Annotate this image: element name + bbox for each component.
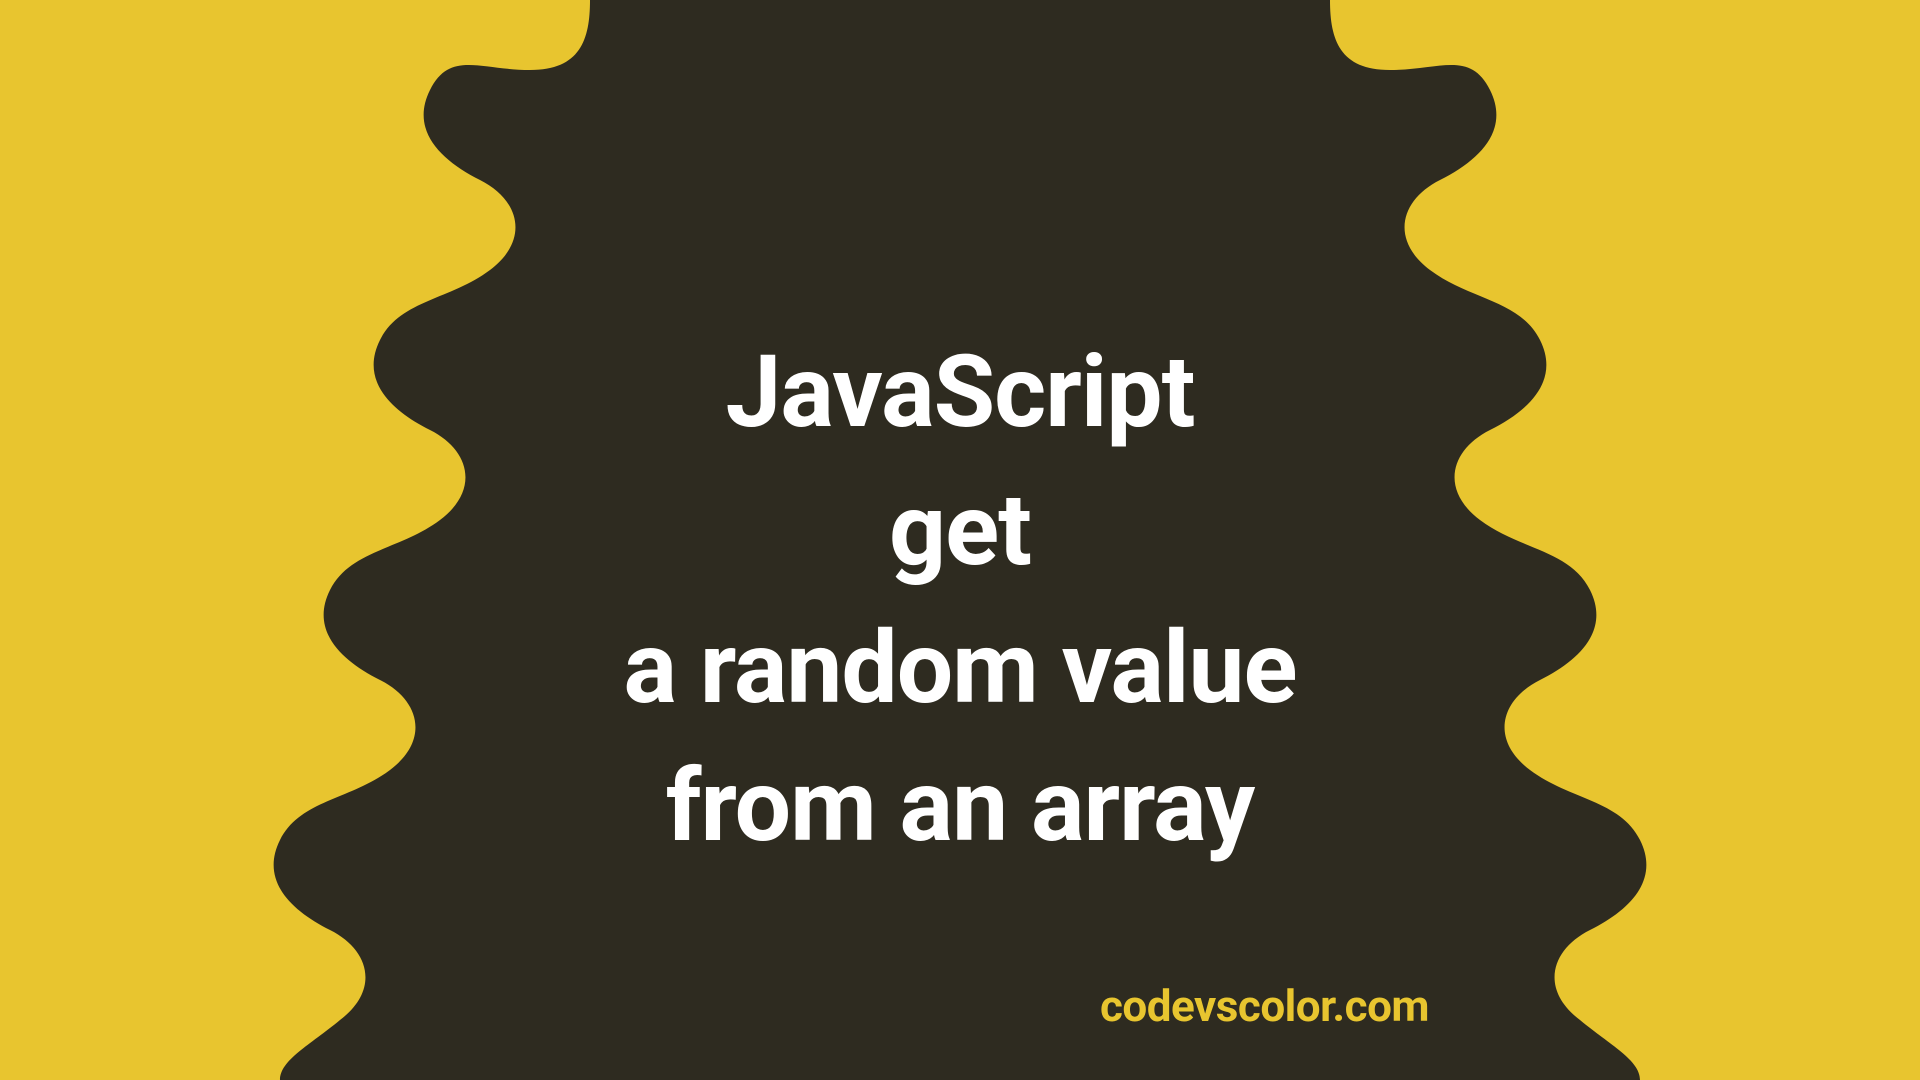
title-block: JavaScript get a random value from an ar… [360, 213, 1560, 867]
title-line-1: JavaScript [726, 333, 1195, 453]
credit-text: codevscolor.com [1100, 980, 1429, 1032]
title-line-4: from an array [666, 747, 1255, 867]
title-line-3: a random value [623, 609, 1296, 729]
title-line-2: get [889, 471, 1031, 591]
artboard: JavaScript get a random value from an ar… [0, 0, 1920, 1080]
